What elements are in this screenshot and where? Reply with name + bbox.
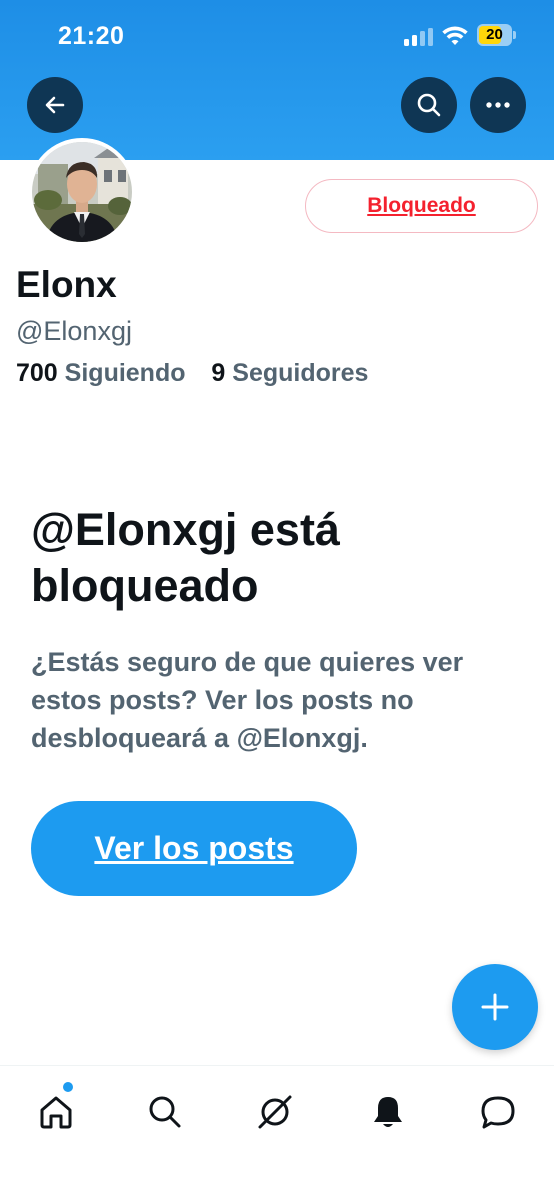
followers-link[interactable]: 9 Seguidores xyxy=(211,359,368,387)
blocked-description: ¿Estás seguro de que quieres ver estos p… xyxy=(31,647,464,753)
blocked-title: @Elonxgj está bloqueado xyxy=(31,504,340,611)
grok-icon xyxy=(258,1095,292,1129)
more-options-button[interactable] xyxy=(470,77,526,133)
profile-photo xyxy=(32,142,132,242)
view-posts-button[interactable]: Ver los posts xyxy=(31,801,357,896)
profile-handle: @Elonxgj xyxy=(16,316,132,346)
followers-label: Seguidores xyxy=(232,359,369,387)
status-time: 21:20 xyxy=(58,22,125,50)
notifications-icon xyxy=(374,1097,402,1127)
nav-messages[interactable] xyxy=(477,1091,519,1133)
nav-notifications[interactable] xyxy=(367,1091,409,1133)
follow-stats: 700 Siguiendo 9 Seguidores xyxy=(16,359,368,388)
arrow-left-icon xyxy=(45,96,65,114)
nav-search[interactable] xyxy=(144,1091,186,1133)
search-icon xyxy=(149,1096,181,1128)
display-name: Elonx xyxy=(16,264,117,305)
nav-home[interactable] xyxy=(35,1091,77,1133)
battery-icon: 20 xyxy=(477,24,516,46)
nav-grok[interactable] xyxy=(254,1091,296,1133)
battery-level: 20 xyxy=(486,26,503,43)
blocked-button-label: Bloqueado xyxy=(367,194,476,217)
followers-count: 9 xyxy=(211,359,226,387)
bottom-nav xyxy=(0,1065,554,1200)
compose-button[interactable] xyxy=(452,964,538,1050)
following-label: Siguiendo xyxy=(64,359,186,387)
view-posts-label: Ver los posts xyxy=(94,830,294,866)
wifi-icon xyxy=(442,26,468,45)
header-search-button[interactable] xyxy=(401,77,457,133)
messages-icon xyxy=(481,1096,515,1129)
plus-icon xyxy=(481,993,509,1021)
avatar[interactable] xyxy=(28,138,136,246)
signal-icon xyxy=(404,28,434,46)
back-button[interactable] xyxy=(27,77,83,133)
following-count: 700 xyxy=(16,359,58,387)
more-icon xyxy=(486,102,510,108)
blocked-button[interactable]: Bloqueado xyxy=(305,179,538,233)
new-content-dot xyxy=(63,1082,73,1092)
search-icon xyxy=(417,93,441,117)
home-icon xyxy=(40,1096,72,1129)
following-link[interactable]: 700 Siguiendo xyxy=(16,359,192,387)
